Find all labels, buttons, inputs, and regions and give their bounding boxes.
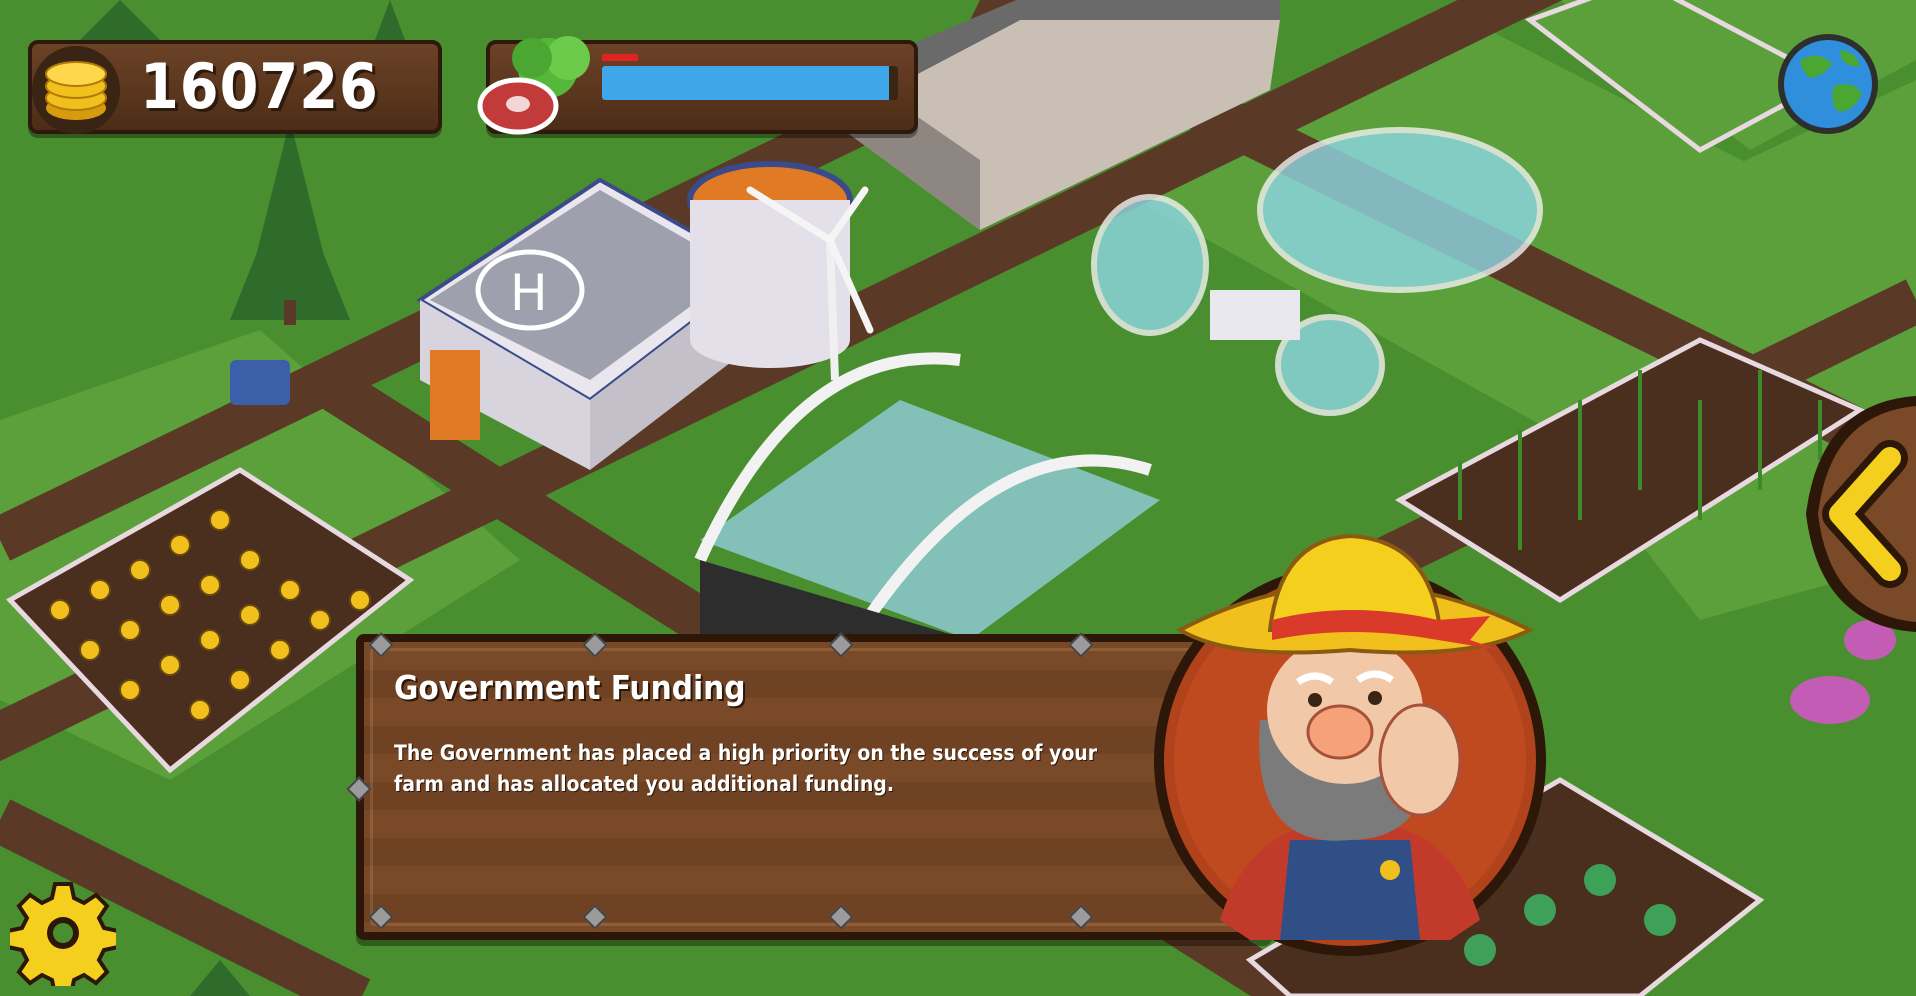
- svg-text:H: H: [510, 264, 548, 322]
- rivet: [1068, 904, 1094, 930]
- event-dialog[interactable]: Government Funding The Government has pl…: [346, 632, 1272, 940]
- rivet: [582, 632, 608, 658]
- meat-and-vegetable-icon: [477, 36, 590, 135]
- globe-icon[interactable]: [1770, 30, 1886, 138]
- chevron-left-icon[interactable]: [1790, 396, 1916, 632]
- coin-counter: 160726: [28, 40, 442, 134]
- dialog-title: Government Funding: [394, 668, 746, 707]
- gear-icon[interactable]: [10, 880, 116, 986]
- food-warning-marker: [602, 54, 638, 61]
- dialog-message: The Government has placed a high priorit…: [394, 741, 1098, 796]
- food-bar-track: [602, 66, 898, 100]
- rivet: [368, 632, 394, 658]
- rivet: [368, 904, 394, 930]
- rivet: [1068, 632, 1094, 658]
- rivet: [828, 904, 854, 930]
- food-bar-fill: [602, 66, 890, 100]
- farmer-portrait: [1154, 533, 1546, 956]
- rivet: [582, 904, 608, 930]
- rivet: [828, 632, 854, 658]
- food-meter: [477, 36, 918, 135]
- coin-stack-icon: [32, 46, 120, 134]
- coin-amount: 160726: [140, 50, 379, 123]
